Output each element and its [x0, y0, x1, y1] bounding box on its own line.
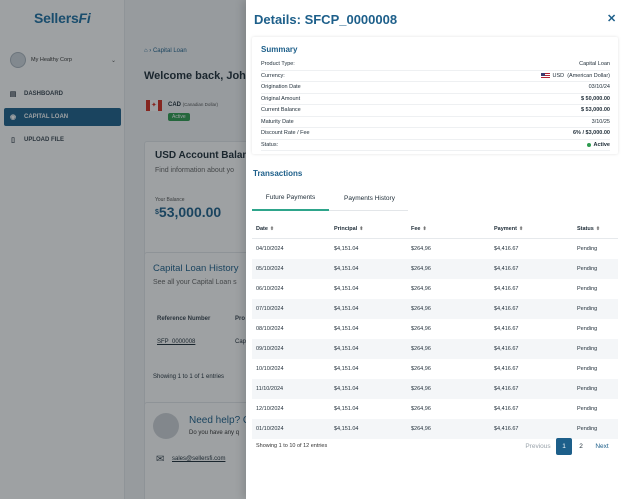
cell-payment: $4,416.67: [494, 366, 519, 372]
us-flag-icon: [540, 72, 550, 79]
cell-date: 12/10/2024: [256, 406, 284, 412]
cell-payment: $4,416.67: [494, 306, 519, 312]
cell-fee: $264,96: [411, 266, 431, 272]
summary-title: Summary: [261, 45, 298, 54]
cell-fee: $264,96: [411, 246, 431, 252]
cell-fee: $264,96: [411, 426, 431, 432]
sort-icon: ⬍: [269, 226, 275, 232]
transactions-title: Transactions: [253, 169, 303, 178]
cell-date: 06/10/2024: [256, 286, 284, 292]
table-row: 11/10/2024 $4,151.04 $264,96 $4,416.67 Pendi…: [252, 379, 618, 399]
tab-future-payments[interactable]: Future Payments: [252, 186, 329, 211]
column-header-payment[interactable]: Payment ⬍: [494, 219, 523, 239]
table-row: 01/10/2024 $4,151.04 $264,96 $4,416.67 Pendi…: [252, 419, 618, 439]
table-row: 04/10/2024 $4,151.04 $264,96 $4,416.67 Pendi…: [252, 239, 618, 259]
summary-row-current-balance: Current Balance $ 53,000.00: [261, 105, 610, 117]
cell-date: 01/10/2024: [256, 426, 284, 432]
table-row: 09/10/2024 $4,151.04 $264,96 $4,416.67 Pendi…: [252, 339, 618, 359]
cell-fee: $264,96: [411, 366, 431, 372]
cell-fee: $264,96: [411, 306, 431, 312]
sort-icon: ⬍: [359, 226, 364, 232]
pagination-next[interactable]: Next: [590, 438, 614, 455]
column-header-date[interactable]: Date ⬍: [256, 219, 274, 239]
summary-row-original-amount: Original Amount $ 50,000.00: [261, 94, 610, 105]
table-row: 06/10/2024 $4,151.04 $264,96 $4,416.67 Pendi…: [252, 279, 618, 299]
cell-principal: $4,151.04: [334, 286, 359, 292]
sort-icon: ⬍: [595, 226, 601, 232]
cell-date: 10/10/2024: [256, 366, 284, 372]
cell-date: 07/10/2024: [256, 306, 284, 312]
table-row: 07/10/2024 $4,151.04 $264,96 $4,416.67 Pendi…: [252, 299, 618, 319]
cell-payment: $4,416.67: [494, 386, 519, 392]
pagination-previous[interactable]: Previous: [518, 438, 558, 455]
drawer-title: Details: SFCP_0000008: [254, 12, 398, 27]
summary-row-origination-date: Origination Date 03/10/24: [261, 82, 610, 94]
summary-row-currency: Currency: USD (American Dollar): [261, 71, 610, 82]
cell-fee: $264,96: [411, 386, 431, 392]
cell-payment: $4,416.67: [494, 426, 519, 432]
column-header-principal[interactable]: Principal ⬍: [334, 219, 363, 239]
cell-status: Pending: [577, 346, 598, 352]
cell-principal: $4,151.04: [334, 306, 359, 312]
cell-date: 08/10/2024: [256, 326, 284, 332]
cell-principal: $4,151.04: [334, 366, 359, 372]
summary-row-maturity-date: Maturity Date 3/10/25: [261, 117, 610, 128]
summary-row-product-type: Product Type: Capital Loan: [261, 59, 610, 71]
cell-payment: $4,416.67: [494, 346, 519, 352]
cell-principal: $4,151.04: [334, 406, 359, 412]
column-header-fee[interactable]: Fee ⬍: [411, 219, 427, 239]
cell-payment: $4,416.67: [494, 326, 519, 332]
cell-fee: $264,96: [411, 346, 431, 352]
cell-status: Pending: [577, 306, 598, 312]
details-drawer: Details: SFCP_0000008 ✕ Summary Product …: [246, 0, 624, 499]
cell-principal: $4,151.04: [334, 266, 359, 272]
table-row: 08/10/2024 $4,151.04 $264,96 $4,416.67 Pendi…: [252, 319, 618, 339]
cell-status: Pending: [577, 246, 598, 252]
cell-status: Pending: [577, 326, 598, 332]
transactions-table: Date ⬍ Principal ⬍ Fee ⬍ Payment ⬍ Status ⬍ 0…: [252, 219, 618, 439]
cell-date: 09/10/2024: [256, 346, 284, 352]
table-row: 05/10/2024 $4,151.04 $264,96 $4,416.67 Pendi…: [252, 259, 618, 279]
cell-principal: $4,151.04: [334, 346, 359, 352]
table-showing: Showing 1 to 10 of 12 entries: [256, 443, 328, 449]
cell-status: Pending: [577, 386, 598, 392]
cell-fee: $264,96: [411, 406, 431, 412]
cell-status: Pending: [577, 366, 598, 372]
cell-status: Pending: [577, 426, 598, 432]
column-header-status[interactable]: Status ⬍: [577, 219, 600, 239]
table-body: 04/10/2024 $4,151.04 $264,96 $4,416.67 Pendi…: [252, 239, 618, 439]
tab-payments-history[interactable]: Payments History: [331, 186, 408, 211]
cell-principal: $4,151.04: [334, 246, 359, 252]
sort-icon: ⬍: [518, 226, 524, 232]
summary-row-discount-rate: Discount Rate / Fee 6% / $3,000.00: [261, 128, 610, 140]
cell-fee: $264,96: [411, 286, 431, 292]
cell-status: Pending: [577, 286, 598, 292]
cell-fee: $264,96: [411, 326, 431, 332]
summary-card: Summary Product Type: Capital Loan Curren…: [252, 37, 618, 154]
cell-date: 04/10/2024: [256, 246, 284, 252]
pagination-page-1[interactable]: 1: [556, 438, 572, 455]
summary-row-status: Status: Active: [261, 140, 610, 151]
cell-principal: $4,151.04: [334, 386, 359, 392]
cell-payment: $4,416.67: [494, 246, 519, 252]
cell-principal: $4,151.04: [334, 426, 359, 432]
cell-payment: $4,416.67: [494, 286, 519, 292]
cell-payment: $4,416.67: [494, 266, 519, 272]
cell-principal: $4,151.04: [334, 326, 359, 332]
pagination-page-2[interactable]: 2: [573, 438, 589, 455]
transaction-tabs: Future Payments Payments History: [252, 186, 408, 211]
cell-date: 05/10/2024: [256, 266, 284, 272]
close-icon[interactable]: ✕: [607, 12, 616, 25]
cell-status: Pending: [577, 406, 598, 412]
table-row: 12/10/2024 $4,151.04 $264,96 $4,416.67 Pendi…: [252, 399, 618, 419]
cell-payment: $4,416.67: [494, 406, 519, 412]
sort-icon: ⬍: [422, 226, 427, 232]
cell-date: 11/10/2024: [256, 386, 284, 392]
table-row: 10/10/2024 $4,151.04 $264,96 $4,416.67 Pendi…: [252, 359, 618, 379]
cell-status: Pending: [577, 266, 598, 272]
status-dot: [587, 142, 592, 147]
table-header: Date ⬍ Principal ⬍ Fee ⬍ Payment ⬍ Status ⬍: [252, 219, 618, 239]
